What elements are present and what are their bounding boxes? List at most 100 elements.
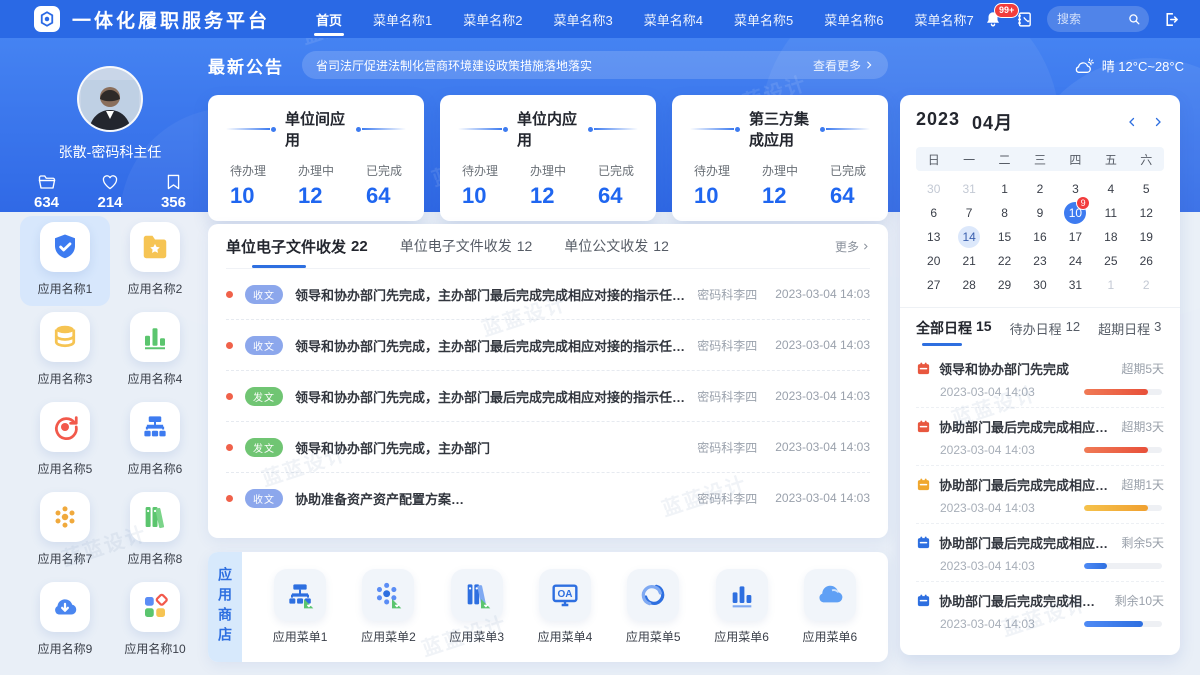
stat-metric[interactable]: 待办理10: [462, 162, 498, 209]
app-item-1[interactable]: 应用名称1: [20, 216, 110, 306]
stat-documents[interactable]: 634: [34, 174, 59, 211]
search-input[interactable]: [1055, 11, 1128, 27]
store-item-5[interactable]: 应用菜单5: [626, 569, 681, 645]
calendar-day[interactable]: 12: [1129, 201, 1164, 225]
app-item-5[interactable]: 应用名称5: [20, 396, 110, 486]
stat-metric[interactable]: 办理中12: [762, 162, 798, 209]
calendar-day[interactable]: 27: [916, 273, 951, 297]
doc-title[interactable]: 协助准备资产资产配置方案…: [295, 489, 685, 508]
search-icon[interactable]: [1128, 13, 1141, 26]
schedule-tab[interactable]: 全部日程15: [916, 318, 992, 346]
doc-row[interactable]: 收文 领导和协办部门先完成，主办部门最后完成完成相应对接的指示任务办件… 密码科…: [226, 269, 870, 320]
store-item-1[interactable]: 应用菜单1: [273, 569, 328, 645]
calendar-day[interactable]: 6: [916, 201, 951, 225]
calendar-day[interactable]: 1: [987, 177, 1022, 201]
calendar-day[interactable]: 29: [987, 273, 1022, 297]
menu-item[interactable]: 菜单名称3: [552, 0, 615, 39]
calendar-day[interactable]: 24: [1058, 249, 1093, 273]
calendar-prev-button[interactable]: [1126, 116, 1138, 128]
app-item-7[interactable]: 应用名称7: [20, 486, 110, 576]
app-item-3[interactable]: 应用名称3: [20, 306, 110, 396]
doc-title[interactable]: 领导和协办部门先完成，主办部门: [295, 438, 685, 457]
calendar-day[interactable]: 2: [1022, 177, 1057, 201]
doc-row[interactable]: 收文 协助准备资产资产配置方案… 密码科李四 2023-03-04 14:03: [226, 473, 870, 523]
calendar-day[interactable]: 8: [987, 201, 1022, 225]
calendar-day[interactable]: 22: [987, 249, 1022, 273]
schedule-item[interactable]: 协助部门最后完成完成相应对接… 剩余10天 2023-03-04 14:03: [916, 582, 1164, 639]
menu-item[interactable]: 菜单名称1: [371, 0, 434, 39]
calendar-day[interactable]: 30: [916, 177, 951, 201]
calendar-day[interactable]: 28: [951, 273, 986, 297]
schedule-item[interactable]: 协助部门最后完成完成相应对接… 超期1天 2023-03-04 14:03: [916, 466, 1164, 524]
app-store-tab[interactable]: 应用商店: [208, 552, 242, 662]
calendar-day[interactable]: 2: [1129, 273, 1164, 297]
stat-metric[interactable]: 待办理10: [230, 162, 266, 209]
calendar-day[interactable]: 11: [1093, 201, 1128, 225]
avatar[interactable]: [77, 66, 143, 132]
app-item-4[interactable]: 应用名称4: [110, 306, 200, 396]
calendar-day[interactable]: 25: [1093, 249, 1128, 273]
calendar-day[interactable]: 4: [1093, 177, 1128, 201]
calendar-day[interactable]: 31: [951, 177, 986, 201]
stat-metric[interactable]: 已完成64: [830, 162, 866, 209]
announcement-more-link[interactable]: 查看更多: [813, 57, 874, 74]
stat-metric[interactable]: 办理中12: [530, 162, 566, 209]
schedule-item[interactable]: 协助部门最后完成完成相应对接… 剩余5天 2023-03-04 14:03: [916, 524, 1164, 582]
store-item-2[interactable]: 应用菜单2: [361, 569, 416, 645]
calendar-day[interactable]: 15: [987, 225, 1022, 249]
app-item-10[interactable]: 应用名称10: [110, 576, 200, 666]
doc-tab[interactable]: 单位电子文件收发12: [400, 224, 533, 268]
calendar-day[interactable]: 13: [916, 225, 951, 249]
calendar-day[interactable]: 1: [1093, 273, 1128, 297]
schedule-tab[interactable]: 待办日程12: [1010, 319, 1080, 346]
docs-more-link[interactable]: 更多: [835, 238, 870, 255]
calendar-day[interactable]: 7: [951, 201, 986, 225]
menu-item[interactable]: 菜单名称2: [461, 0, 524, 39]
notifications-button[interactable]: 99+: [984, 10, 1002, 28]
store-item-3[interactable]: 应用菜单3: [449, 569, 504, 645]
doc-title[interactable]: 领导和协办部门先完成，主办部门最后完成完成相应对接的指示任务办件，请示文: [295, 336, 685, 355]
app-item-8[interactable]: 应用名称8: [110, 486, 200, 576]
calendar-day[interactable]: 9: [1022, 201, 1057, 225]
store-item-7[interactable]: 应用菜单6: [802, 569, 857, 645]
store-item-4[interactable]: OA 应用菜单4: [538, 569, 593, 645]
schedule-item[interactable]: 领导和协办部门先完成 超期5天 2023-03-04 14:03: [916, 350, 1164, 408]
stat-metric[interactable]: 办理中12: [298, 162, 334, 209]
stat-metric[interactable]: 已完成64: [598, 162, 634, 209]
search-box[interactable]: [1047, 6, 1149, 32]
doc-title[interactable]: 领导和协办部门先完成，主办部门最后完成完成相应对接的指示任务办件，请示文: [295, 387, 685, 406]
doc-row[interactable]: 发文 领导和协办部门先完成，主办部门 密码科李四 2023-03-04 14:0…: [226, 422, 870, 473]
calendar-day[interactable]: 18: [1093, 225, 1128, 249]
menu-item[interactable]: 菜单名称5: [732, 0, 795, 39]
calendar-day[interactable]: 20: [916, 249, 951, 273]
doc-row[interactable]: 收文 领导和协办部门先完成，主办部门最后完成完成相应对接的指示任务办件，请示文 …: [226, 320, 870, 371]
calendar-day[interactable]: 21: [951, 249, 986, 273]
calendar-day[interactable]: 14: [951, 225, 986, 249]
calendar-next-button[interactable]: [1152, 116, 1164, 128]
calendar-day[interactable]: 17: [1058, 225, 1093, 249]
doc-tab[interactable]: 单位电子文件收发22: [226, 224, 368, 268]
schedule-item[interactable]: 协助部门最后完成完成相应对接… 超期3天 2023-03-04 14:03: [916, 408, 1164, 466]
calendar-day[interactable]: 30: [1022, 273, 1057, 297]
doc-row[interactable]: 发文 领导和协办部门先完成，主办部门最后完成完成相应对接的指示任务办件，请示文 …: [226, 371, 870, 422]
stat-favorites[interactable]: 214: [97, 174, 122, 211]
calendar-day[interactable]: 31: [1058, 273, 1093, 297]
schedule-tab[interactable]: 超期日程3: [1098, 319, 1161, 346]
stat-bookmarks[interactable]: 356: [161, 174, 186, 211]
calendar-day[interactable]: 16: [1022, 225, 1057, 249]
doc-title[interactable]: 领导和协办部门先完成，主办部门最后完成完成相应对接的指示任务办件…: [295, 285, 685, 304]
app-item-6[interactable]: 应用名称6: [110, 396, 200, 486]
calendar-day[interactable]: 19: [1129, 225, 1164, 249]
menu-item[interactable]: 菜单名称4: [642, 0, 705, 39]
app-item-2[interactable]: 应用名称2: [110, 216, 200, 306]
announcement-ticker[interactable]: 省司法厅促进法制化营商环境建设政策措施落地落实 查看更多: [302, 51, 888, 79]
stat-metric[interactable]: 待办理10: [694, 162, 730, 209]
calendar-day[interactable]: 26: [1129, 249, 1164, 273]
stat-metric[interactable]: 已完成64: [366, 162, 402, 209]
calendar-day[interactable]: 5: [1129, 177, 1164, 201]
menu-item[interactable]: 菜单名称7: [912, 0, 975, 39]
store-item-6[interactable]: 应用菜单6: [714, 569, 769, 645]
menu-item[interactable]: 菜单名称6: [822, 0, 885, 39]
doc-tab[interactable]: 单位公文收发12: [564, 224, 669, 268]
app-item-9[interactable]: 应用名称9: [20, 576, 110, 666]
